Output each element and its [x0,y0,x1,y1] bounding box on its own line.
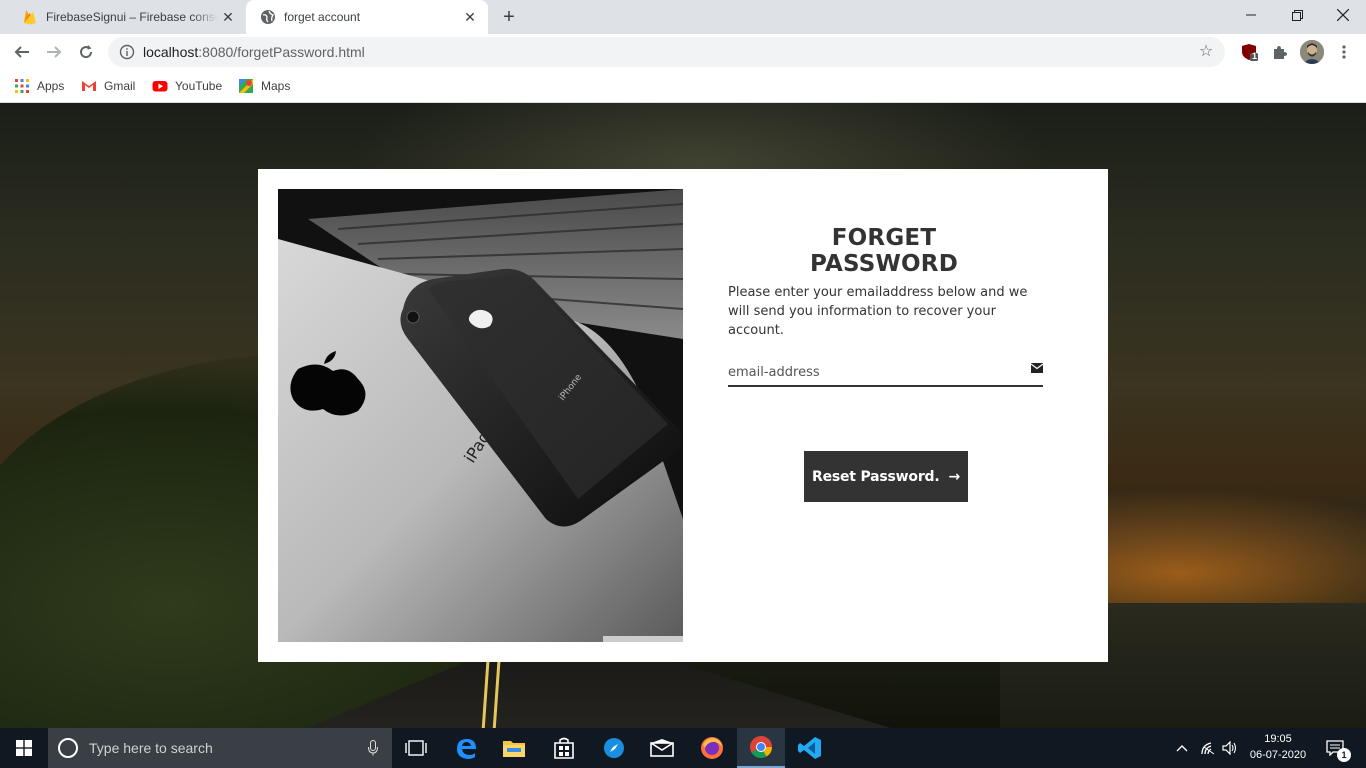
bookmark-label: YouTube [175,79,223,93]
info-icon[interactable] [119,44,135,60]
restore-button[interactable] [1274,0,1320,30]
page-background: iPad iPhone FORGET PASSWORD Please enter… [0,103,1366,728]
globe-icon [260,9,276,25]
system-clock[interactable]: 19:05 06-07-2020 [1244,731,1312,763]
address-bar[interactable]: localhost:8080/forgetPassword.html ☆ [108,37,1225,67]
volume-icon[interactable] [1220,728,1240,768]
start-button[interactable] [0,728,48,768]
firefox-icon[interactable] [688,728,736,768]
chevron-up-icon[interactable] [1172,728,1192,768]
bookmark-maps[interactable]: Maps [238,76,290,96]
bookmark-label: Apps [37,79,65,93]
gmail-icon [82,81,96,91]
bookmark-star-icon[interactable]: ☆ [1197,43,1215,61]
notification-center-icon[interactable]: 1 [1320,728,1351,768]
envelope-icon [1031,363,1043,373]
firebase-icon [22,9,38,25]
bookmark-gmail[interactable]: Gmail [81,76,135,96]
taskbar-search[interactable]: Type here to search [48,728,392,768]
tab-firebase[interactable]: FirebaseSignui – Firebase console ✕ [8,0,246,34]
task-view-icon[interactable] [392,728,440,768]
reset-button-label: Reset Password. [812,468,940,485]
bookmark-label: Maps [261,79,291,93]
clock-time: 19:05 [1264,733,1292,745]
mail-icon[interactable] [638,728,686,768]
tab-title: FirebaseSignui – Firebase console [46,10,218,24]
search-placeholder: Type here to search [89,740,213,756]
tab-title: forget account [284,10,361,24]
tab-forget-account[interactable]: forget account ✕ [246,0,488,34]
extensions-puzzle-icon[interactable] [1270,42,1290,62]
page-title: FORGET PASSWORD [810,225,958,277]
cortana-icon [58,738,78,758]
forward-button[interactable] [40,38,68,66]
device-photo: iPad iPhone [278,189,683,642]
store-icon[interactable] [540,728,588,768]
extension-badge: 1 [1252,51,1258,61]
file-explorer-icon[interactable] [490,728,538,768]
bookmarks-bar: Apps Gmail YouTube Maps [0,70,1366,103]
windows-taskbar: Type here to search 19:05 06-07-2020 1 [0,728,1366,768]
url-path: :8080/forgetPassword.html [198,44,365,60]
microphone-icon[interactable] [368,740,378,756]
chrome-icon[interactable] [737,728,785,768]
bookmark-apps[interactable]: Apps [14,76,64,96]
reload-button[interactable] [72,38,100,66]
close-icon[interactable]: ✕ [460,7,480,27]
back-button[interactable] [8,38,36,66]
browser-toolbar: localhost:8080/forgetPassword.html ☆ 1 [0,34,1366,70]
clock-date: 06-07-2020 [1249,749,1307,761]
ublock-extension-icon[interactable]: 1 [1240,42,1260,62]
maps-icon [239,79,253,93]
apps-grid-icon [15,79,29,93]
new-tab-button[interactable]: + [498,6,520,28]
forget-password-card: iPad iPhone FORGET PASSWORD Please enter… [258,169,1108,662]
edge-icon[interactable] [442,728,490,768]
url-text: localhost:8080/forgetPassword.html [143,44,365,60]
youtube-icon [152,81,168,92]
menu-kebab-icon[interactable] [1334,42,1354,62]
email-input[interactable] [728,359,1018,385]
close-window-button[interactable] [1320,0,1366,30]
bookmark-youtube[interactable]: YouTube [152,76,222,96]
url-host: localhost [143,44,199,60]
close-icon[interactable]: ✕ [218,7,238,27]
notification-badge: 1 [1337,748,1351,762]
windows-icon [16,740,32,756]
minimize-button[interactable] [1228,0,1274,30]
reset-password-button[interactable]: Reset Password. → [804,451,968,502]
email-field [728,359,1043,387]
safari-icon[interactable] [590,728,638,768]
vscode-icon[interactable] [786,728,834,768]
browser-tab-strip: FirebaseSignui – Firebase console ✕ forg… [0,0,1366,34]
instructions-text: Please enter your emailaddress below and… [728,285,1028,338]
bookmark-label: Gmail [104,79,136,93]
arrow-right-icon: → [948,468,960,485]
profile-avatar[interactable] [1300,40,1324,64]
wifi-icon[interactable] [1198,728,1218,768]
